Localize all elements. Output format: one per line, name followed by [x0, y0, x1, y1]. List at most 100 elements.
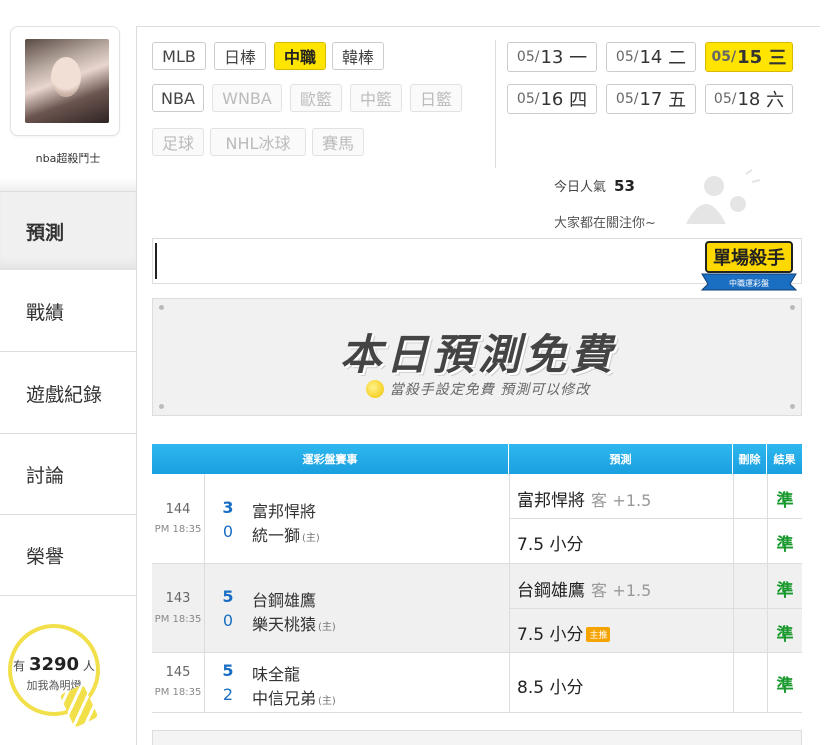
pick-line: +1.5 [612, 491, 652, 510]
prediction-total-row: 7.5 小分 主推 [517, 620, 611, 645]
sport-tab-kbo[interactable]: 韓棒 [332, 42, 384, 70]
date-day: 14 [639, 46, 663, 68]
fans-prefix: 有 [13, 659, 26, 673]
free-subtitle-row: 當殺手設定免費 預測可以修改 [153, 379, 803, 399]
screw-icon [790, 404, 795, 409]
sidebar-item-game-log[interactable]: 遊戲紀錄 [0, 354, 136, 434]
featured-pick-badge: 主推 [586, 627, 611, 642]
free-prediction-banner: 本日預測免費 當殺手設定免費 預測可以修改 [152, 298, 802, 416]
sport-tab-cpbl[interactable]: 中職 [274, 42, 326, 70]
date-weekday: 四 [569, 90, 588, 111]
badge-title: 單場殺手 [713, 247, 785, 269]
home-team-row: 統一獅 (主) [252, 522, 320, 546]
lightbulb-icon [365, 380, 384, 398]
sidebar-item-prediction[interactable]: 預測 [0, 192, 136, 270]
date-month: 05/ [615, 91, 639, 107]
date-day: 13 [540, 46, 564, 68]
game-number: 143 [165, 591, 191, 606]
cell-divider [204, 653, 205, 712]
pick-team: 富邦悍將 [517, 491, 585, 511]
sport-tab-wnba[interactable]: WNBA [212, 84, 282, 112]
home-team: 中信兄弟 [252, 689, 317, 708]
date-0517[interactable]: 05/17 五 [606, 84, 696, 114]
home-tag: (主) [318, 696, 336, 707]
table-row: 143 PM 18:35 5 台鋼雄鷹 0 樂天桃猿 (主) 台鋼雄鷹客 +1.5… [152, 564, 802, 653]
home-team: 樂天桃猿 [252, 615, 317, 634]
result-badge: 準 [776, 535, 794, 555]
sidebar-item-discussion[interactable]: 討論 [0, 435, 136, 515]
sport-tab-sbl[interactable]: 中籃 [350, 84, 402, 112]
home-team-row: 樂天桃猿 (主) [252, 611, 336, 635]
away-team: 台鋼雄鷹 [252, 591, 317, 610]
sidebar-item-honors[interactable]: 榮譽 [0, 516, 136, 596]
date-month: 05/ [516, 49, 540, 65]
prediction-total: 8.5 小分 [517, 678, 584, 698]
table-header: 運彩盤賽事 預測 刪除 結果 [152, 444, 802, 474]
date-month: 05/ [615, 49, 639, 65]
popularity-subtitle: 大家都在關注你~ [554, 216, 656, 231]
sport-tab-mlb[interactable]: MLB [152, 42, 206, 70]
home-tag: (主) [318, 622, 336, 633]
date-0513[interactable]: 05/13 一 [507, 42, 597, 72]
date-day: 15 [737, 46, 763, 68]
date-day: 16 [540, 88, 564, 110]
sidebar-divider [0, 178, 136, 192]
next-section-box [152, 730, 802, 745]
game-time: PM 18:35 [154, 614, 202, 625]
avatar[interactable] [25, 39, 109, 123]
header-delete: 刪除 [733, 444, 767, 474]
sport-tab-nhl[interactable]: NHL冰球 [210, 128, 306, 156]
date-day: 17 [639, 88, 663, 110]
game-number: 144 [165, 502, 191, 517]
sport-tab-bleague[interactable]: 日籃 [410, 84, 462, 112]
date-weekday: 六 [766, 90, 785, 111]
date-weekday: 一 [569, 48, 588, 69]
date-0515[interactable]: 05/15 三 [705, 42, 793, 72]
prediction-pick: 台鋼雄鷹客 +1.5 [517, 576, 651, 601]
home-tag: (主) [302, 533, 320, 544]
date-weekday: 五 [668, 90, 687, 111]
prediction-pick: 富邦悍將客 +1.5 [517, 486, 651, 511]
cell-divider [509, 608, 802, 609]
date-0514[interactable]: 05/14 二 [606, 42, 696, 72]
header-result: 結果 [773, 453, 796, 466]
divider [495, 40, 496, 168]
game-number: 145 [165, 665, 191, 680]
screw-icon [159, 305, 164, 310]
popularity-value: 53 [614, 177, 635, 195]
date-0518[interactable]: 05/18 六 [705, 84, 793, 114]
home-team: 統一獅 [252, 526, 301, 545]
home-score: 2 [222, 685, 234, 704]
free-subtitle: 當殺手設定免費 預測可以修改 [389, 382, 591, 398]
home-score: 0 [222, 611, 234, 630]
profile-card[interactable] [10, 26, 120, 136]
header-prediction: 預測 [509, 444, 733, 474]
username[interactable]: nba超殺鬥士 [0, 150, 136, 166]
date-month: 05/ [516, 91, 540, 107]
date-0516[interactable]: 05/16 四 [507, 84, 597, 114]
sport-tab-npb[interactable]: 日棒 [214, 42, 266, 70]
home-score: 0 [222, 522, 234, 541]
away-score: 5 [222, 587, 234, 606]
prediction-total: 7.5 小分 [517, 625, 584, 645]
screw-icon [790, 305, 795, 310]
badge-ribbon: 中職運彩盤 [729, 278, 769, 288]
fans-count: 3290 [28, 654, 80, 675]
away-score: 5 [222, 661, 234, 680]
free-title: 本日預測免費 [339, 330, 616, 379]
sport-tab-soccer[interactable]: 足球 [152, 128, 204, 156]
sport-tab-nba[interactable]: NBA [152, 84, 204, 112]
result-badge: 準 [776, 676, 794, 696]
cell-divider [204, 564, 205, 652]
date-weekday: 三 [768, 48, 787, 69]
text-cursor [155, 243, 157, 279]
sport-tab-horse-racing[interactable]: 賽馬 [312, 128, 364, 156]
sidebar-item-record[interactable]: 戰績 [0, 272, 136, 352]
single-killer-badge: 單場殺手 中職運彩盤 [700, 241, 798, 291]
pick-line: +1.5 [612, 581, 652, 600]
table-row: 144 PM 18:35 3 富邦悍將 0 統一獅 (主) 富邦悍將客 +1.5 … [152, 474, 802, 564]
sport-tab-euro-basketball[interactable]: 歐籃 [290, 84, 342, 112]
home-team-row: 中信兄弟 (主) [252, 685, 336, 709]
game-time: PM 18:35 [154, 524, 202, 535]
cell-divider [204, 474, 205, 563]
